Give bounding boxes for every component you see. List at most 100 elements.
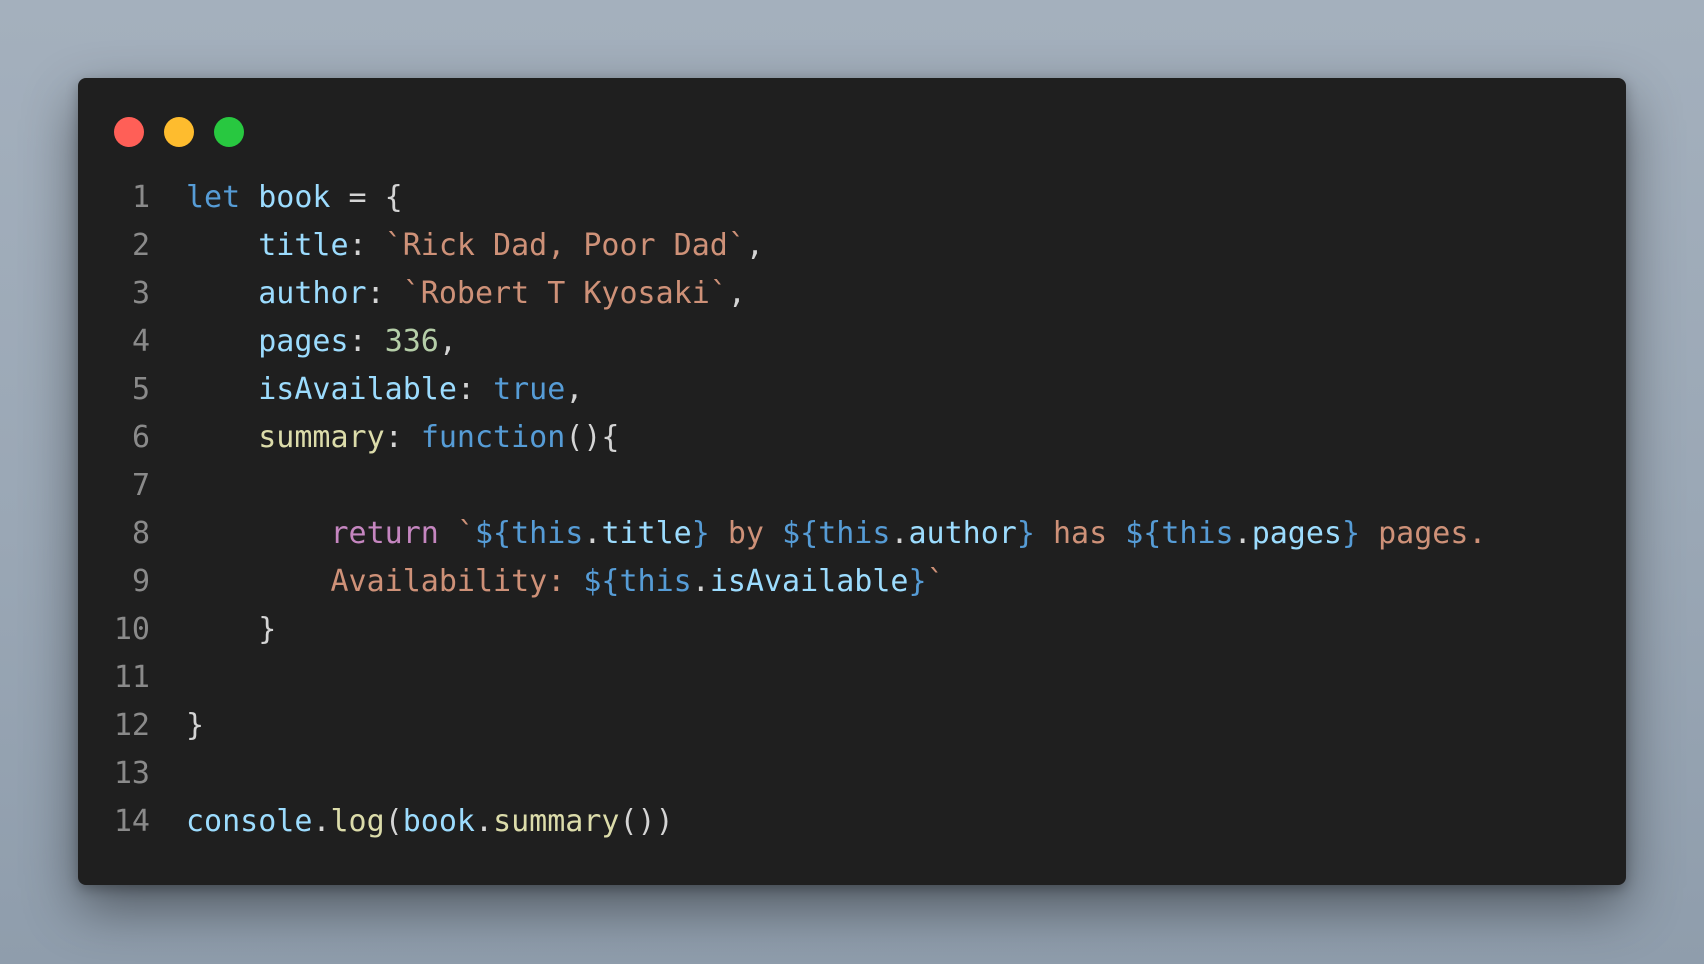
code-line: 8 return `${this.title} by ${this.author… bbox=[78, 510, 1626, 558]
line-number: 5 bbox=[131, 372, 150, 407]
code-token: . bbox=[312, 804, 331, 839]
code-token: isAvailable bbox=[258, 372, 457, 407]
code-token: = { bbox=[330, 180, 403, 215]
code-token: : bbox=[366, 276, 403, 311]
code-token: log bbox=[330, 804, 385, 839]
code-text: Availability: ${this.isAvailable}` bbox=[186, 558, 945, 606]
code-token: book bbox=[258, 180, 331, 215]
code-token: : bbox=[456, 372, 494, 407]
code-token: ${ bbox=[1125, 516, 1162, 551]
code-text: author: `Robert T Kyosaki`, bbox=[186, 270, 746, 318]
line-number: 12 bbox=[113, 708, 150, 743]
line-number: 3 bbox=[131, 276, 150, 311]
code-text: } bbox=[186, 702, 204, 750]
code-token: . bbox=[890, 516, 909, 551]
code-text: title: `Rick Dad, Poor Dad`, bbox=[186, 222, 764, 270]
line-number: 14 bbox=[113, 804, 150, 839]
code-token: (){ bbox=[565, 420, 620, 455]
code-token: this bbox=[818, 516, 891, 551]
line-number: 1 bbox=[131, 180, 150, 215]
code-line: 5 isAvailable: true, bbox=[78, 366, 1626, 414]
code-token: } bbox=[1016, 516, 1035, 551]
code-text: summary: function(){ bbox=[186, 414, 620, 462]
code-token: ` bbox=[456, 516, 475, 551]
code-token: ${ bbox=[782, 516, 819, 551]
minimize-window-button[interactable] bbox=[164, 117, 194, 147]
code-token: } bbox=[1342, 516, 1361, 551]
code-token: `Robert T Kyosaki` bbox=[402, 276, 728, 311]
code-token: author bbox=[258, 276, 367, 311]
code-text: isAvailable: true, bbox=[186, 366, 583, 414]
code-token: true bbox=[493, 372, 566, 407]
line-number: 9 bbox=[131, 564, 150, 599]
line-number: 10 bbox=[113, 612, 150, 647]
line-number: 8 bbox=[131, 516, 150, 551]
code-token: . bbox=[691, 564, 710, 599]
code-token: ` bbox=[926, 564, 945, 599]
code-token: return bbox=[330, 516, 439, 551]
code-token: } bbox=[186, 612, 277, 647]
code-token: summary bbox=[258, 420, 385, 455]
code-token: title bbox=[258, 228, 349, 263]
code-token: . bbox=[583, 516, 602, 551]
code-token: `Rick Dad, Poor Dad` bbox=[384, 228, 746, 263]
code-text: let book = { bbox=[186, 174, 403, 222]
code-line: 13 bbox=[78, 750, 1626, 798]
code-token: , bbox=[745, 228, 764, 263]
code-line: 12} bbox=[78, 702, 1626, 750]
code-token: pages bbox=[258, 324, 349, 359]
close-window-button[interactable] bbox=[114, 117, 144, 147]
code-token: , bbox=[727, 276, 746, 311]
code-line: 3 author: `Robert T Kyosaki`, bbox=[78, 270, 1626, 318]
code-token: } bbox=[908, 564, 927, 599]
code-token: : bbox=[384, 420, 421, 455]
code-line: 4 pages: 336, bbox=[78, 318, 1626, 366]
code-token: this bbox=[511, 516, 584, 551]
code-token: isAvailable bbox=[709, 564, 909, 599]
code-line: 11 bbox=[78, 654, 1626, 702]
code-text: } bbox=[186, 606, 276, 654]
code-line: 1 let book = { bbox=[78, 174, 1626, 222]
code-token: ${ bbox=[475, 516, 512, 551]
code-token: title bbox=[601, 516, 692, 551]
code-token: book bbox=[402, 804, 475, 839]
code-token: Availability: bbox=[330, 564, 584, 599]
code-line: 2 title: `Rick Dad, Poor Dad`, bbox=[78, 222, 1626, 270]
line-number: 4 bbox=[131, 324, 150, 359]
code-token: ()) bbox=[619, 804, 674, 839]
code-token: this bbox=[619, 564, 692, 599]
code-block: 1 let book = {2 title: `Rick Dad, Poor Da… bbox=[78, 174, 1626, 846]
code-token: author bbox=[908, 516, 1017, 551]
line-number: 13 bbox=[113, 756, 150, 791]
code-text: console.log(book.summary()) bbox=[186, 798, 674, 846]
code-token: , bbox=[565, 372, 584, 407]
line-number: 7 bbox=[131, 468, 150, 503]
maximize-window-button[interactable] bbox=[214, 117, 244, 147]
code-token: has bbox=[1034, 516, 1126, 551]
line-number: 11 bbox=[113, 660, 150, 695]
code-window: 1 let book = {2 title: `Rick Dad, Poor Da… bbox=[78, 78, 1626, 885]
code-token: ( bbox=[384, 804, 403, 839]
code-line: 6 summary: function(){ bbox=[78, 414, 1626, 462]
code-token: pages bbox=[1251, 516, 1342, 551]
code-token: , bbox=[438, 324, 457, 359]
code-token: } bbox=[691, 516, 710, 551]
code-token: 336 bbox=[384, 324, 439, 359]
line-number: 2 bbox=[131, 228, 150, 263]
code-token: } bbox=[186, 708, 205, 743]
code-line: 7 bbox=[78, 462, 1626, 510]
code-text: pages: 336, bbox=[186, 318, 457, 366]
line-number: 6 bbox=[131, 420, 150, 455]
code-token: ${ bbox=[583, 564, 620, 599]
code-token: . bbox=[475, 804, 494, 839]
code-text: return `${this.title} by ${this.author} … bbox=[186, 510, 1487, 558]
code-token: . bbox=[1233, 516, 1252, 551]
